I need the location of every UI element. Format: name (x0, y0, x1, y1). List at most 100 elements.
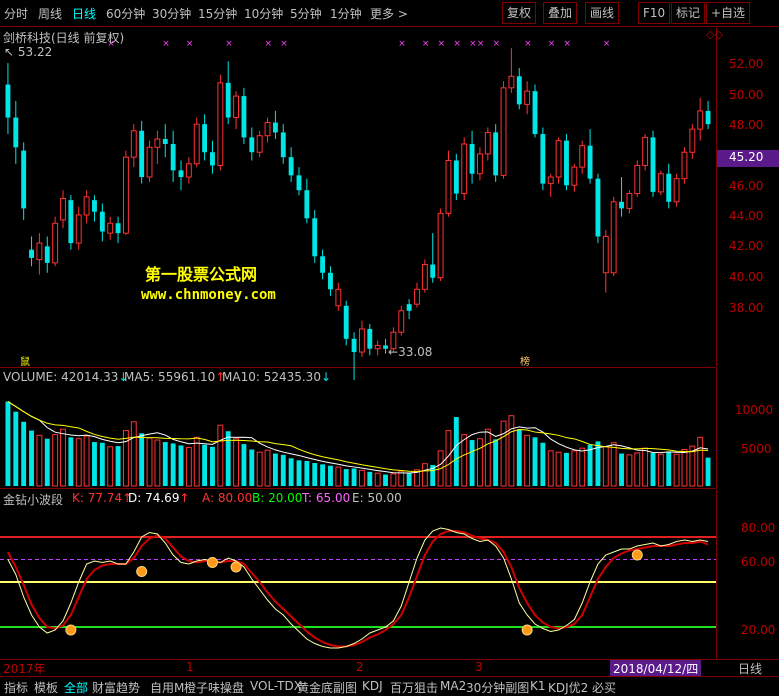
mark-button[interactable]: 标记 (671, 2, 706, 24)
volume-bar (406, 472, 412, 486)
candle-body (532, 91, 538, 135)
signal-dot (230, 561, 242, 573)
candle-body (312, 218, 318, 257)
ma10-value: MA10: 52435.30 (222, 370, 321, 384)
period-more[interactable]: 更多 > (370, 5, 408, 22)
period-5min[interactable]: 5分钟 (290, 5, 322, 22)
volume-bar (36, 434, 43, 487)
bottom-tab[interactable]: 财富趋势 (92, 679, 140, 696)
overlay-button[interactable]: 叠加 (543, 2, 578, 24)
volume-bar (83, 435, 90, 487)
bottom-tab[interactable]: VOL-TDX (250, 679, 302, 693)
signal-marker: × (265, 39, 273, 49)
bottom-tab[interactable]: 百万狙击 (390, 679, 438, 696)
bottom-tab[interactable]: KDJ (362, 679, 383, 693)
candle-body (60, 197, 66, 221)
volume-bar (657, 453, 664, 487)
event-flag-mid[interactable]: 榜 (520, 353, 530, 368)
indicator-tabs: 指标 模板 全部 财富趋势 自用M 橙子味操盘 VOL-TDX 黄金底副图 KDJ 百万狙击 MA2… (0, 676, 779, 696)
bottom-tab[interactable]: MA2 (440, 679, 466, 693)
candlestick-chart[interactable]: × × × × × × × × × × × × × × × × × (0, 27, 716, 381)
period-weekly[interactable]: 周线 (38, 5, 62, 22)
adjust-button[interactable]: 复权 (502, 2, 537, 24)
volume-bar (193, 436, 200, 487)
period-daily[interactable]: 日线 (72, 5, 96, 22)
candle-body (288, 157, 294, 176)
signal-dot (631, 549, 643, 561)
signal-marker: × (280, 39, 288, 49)
volume-bar (139, 433, 145, 486)
bottom-tab[interactable]: 自用M (150, 679, 184, 696)
bottom-tab[interactable]: K1 (530, 679, 546, 693)
candle-body (256, 135, 263, 153)
volume-chart[interactable] (0, 368, 716, 488)
f10-button[interactable]: F10 (638, 2, 671, 24)
volume-bar (335, 466, 342, 487)
volume-bar (555, 451, 562, 487)
candle-body (602, 235, 609, 274)
volume-bar (280, 454, 286, 486)
volume-bar (178, 445, 184, 486)
bottom-tab[interactable]: 全部 (64, 679, 88, 696)
event-flag-left[interactable]: 鼠 (20, 353, 30, 368)
bottom-tab[interactable]: KDJ优2 (548, 679, 588, 696)
candle-body (610, 201, 617, 274)
candle-body (335, 288, 342, 307)
t-value: T: 65.00 (302, 491, 351, 505)
period-intraday[interactable]: 分时 (4, 5, 28, 22)
signal-dot (521, 624, 533, 636)
volume-bar (225, 431, 231, 486)
bottom-tab[interactable]: 必买 (592, 679, 616, 696)
price-tick: 40.00 (729, 270, 764, 284)
period-1min[interactable]: 1分钟 (330, 5, 362, 22)
indicator-name[interactable]: 金钻小波段 (3, 491, 63, 508)
candle-body (564, 140, 569, 186)
candle-body (476, 153, 483, 175)
candle-body (414, 288, 420, 305)
ma5-value: MA5: 55961.10 (124, 370, 216, 384)
candle-body (146, 146, 153, 178)
period-mode[interactable]: 日线 (738, 660, 762, 677)
volume-bar (705, 457, 711, 486)
volume-bar (500, 420, 507, 487)
candle-body (13, 117, 19, 148)
bottom-tab[interactable]: 橙子味操盘 (184, 679, 244, 696)
bottom-tab[interactable]: 模板 (34, 679, 58, 696)
volume-bar (626, 454, 633, 487)
price-tick: 50.00 (729, 88, 764, 102)
period-60min[interactable]: 60分钟 (106, 5, 145, 22)
close-panel-icon[interactable]: ◇◇ (706, 28, 723, 41)
stock-title: 剑桥科技(日线 前复权) (3, 31, 125, 45)
period-15min[interactable]: 15分钟 (198, 5, 237, 22)
indicator-panel[interactable]: 金钻小波段 K: 77.74↑ D: 74.69↑ A: 80.00 B: 20… (0, 489, 716, 660)
volume-bar (29, 430, 34, 486)
volume-bar (351, 468, 357, 486)
add-watchlist-button[interactable]: +自选 (706, 2, 751, 24)
candle-body (139, 130, 145, 178)
candle-body (705, 110, 711, 125)
candle-body (178, 170, 184, 178)
volume-label: VOLUME: 42014.33↓ (3, 370, 129, 384)
bottom-tab[interactable]: 指标 (4, 679, 28, 696)
volume-bar (304, 460, 310, 486)
candle-body (555, 140, 562, 178)
indicator-axis: 80.00 60.00 20.00 (716, 489, 779, 659)
bottom-tab[interactable]: 黄金底副图 (297, 679, 357, 696)
bottom-tab[interactable]: 30分钟副图 (466, 679, 529, 696)
candle-body (469, 143, 475, 174)
kd-indicator-chart[interactable] (0, 489, 716, 659)
volume-panel[interactable]: VOLUME: 42014.33↓ MA5: 55961.10↑ MA10: 5… (0, 368, 716, 489)
signal-dot (136, 566, 148, 577)
candle-body (681, 151, 688, 180)
volume-bar (130, 421, 137, 487)
candle-body (115, 223, 121, 234)
period-10min[interactable]: 10分钟 (244, 5, 283, 22)
volume-bar (92, 442, 97, 486)
candle-body (99, 211, 105, 232)
price-panel[interactable]: × × × × × × × × × × × × × × × × × 剑桥科技(日线 前复权) ↖ 53.22 ←… (0, 27, 716, 381)
draw-line-button[interactable]: 画线 (585, 2, 620, 24)
volume-bar (68, 437, 74, 486)
candle-body (579, 145, 586, 168)
volume-bar (516, 429, 522, 486)
period-30min[interactable]: 30分钟 (152, 5, 191, 22)
